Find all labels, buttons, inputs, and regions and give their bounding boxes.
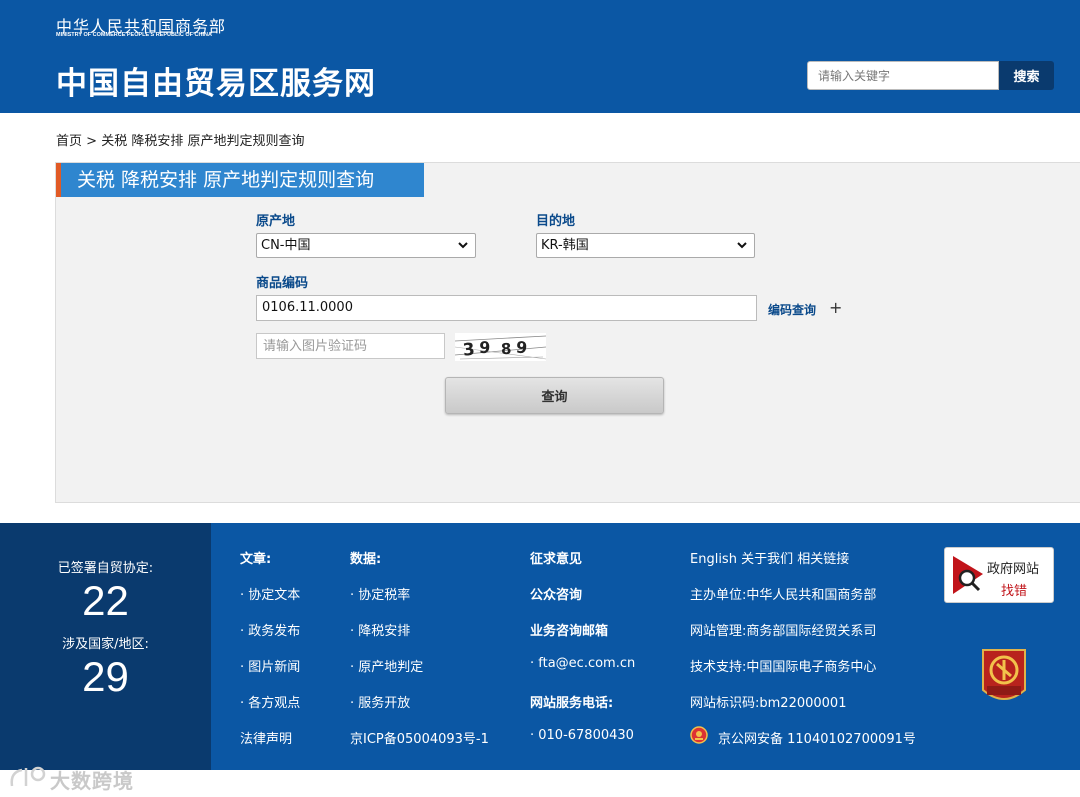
breadcrumb: 首页 > 关税 降税安排 原产地判定规则查询 — [56, 130, 304, 149]
footer-link-tariff-reduction[interactable]: · 降税安排 — [350, 620, 410, 639]
captcha-input[interactable] — [256, 333, 445, 359]
footer-sponsor: 主办单位:中华人民共和国商务部 — [690, 588, 877, 603]
footer-link-agreement-text[interactable]: · 协定文本 — [240, 584, 300, 603]
signed-agreements-count: 22 — [82, 577, 129, 624]
breadcrumb-home[interactable]: 首页 — [56, 134, 82, 149]
commodity-code-input[interactable]: 0106.11.0000 — [256, 295, 757, 321]
countries-label: 涉及国家/地区: — [62, 637, 149, 652]
breadcrumb-separator: > — [86, 134, 98, 149]
footer-site-id: 网站标识码:bm22000001 — [690, 696, 847, 711]
site-title[interactable]: 中国自由贸易区服务网 — [56, 58, 376, 103]
origin-label: 原产地 — [256, 214, 296, 229]
gov-badge-line2: 找错 — [1001, 584, 1028, 599]
footer-manager: 网站管理:商务部国际经贸关系司 — [690, 624, 877, 639]
svg-text:9: 9 — [478, 338, 490, 358]
chevron-down-icon — [737, 242, 747, 249]
footer-articles-heading: 文章: — [240, 552, 272, 567]
origin-select[interactable]: CN-中国 — [256, 233, 476, 258]
signed-agreements-label: 已签署自贸协定: — [57, 561, 154, 576]
svg-text:9: 9 — [515, 337, 528, 357]
destination-select-value: KR-韩国 — [541, 238, 589, 253]
footer-link-gov-release[interactable]: · 政务发布 — [240, 620, 300, 639]
captcha-image[interactable]: 3 9 8 9 — [455, 333, 546, 361]
footer-email[interactable]: · fta@ec.com.cn — [530, 656, 635, 671]
footer-icp-number[interactable]: 京ICP备05004093号-1 — [350, 728, 489, 747]
origin-select-value: CN-中国 — [261, 238, 311, 253]
footer-top-links[interactable]: English 关于我们 相关链接 — [690, 548, 849, 567]
search-input[interactable] — [807, 61, 999, 90]
fta-stats: 已签署自贸协定: 22 涉及国家/地区: 29 — [0, 523, 211, 770]
destination-label: 目的地 — [536, 214, 576, 229]
code-label: 商品编码 — [256, 276, 309, 291]
query-submit-button[interactable]: 查询 — [445, 377, 664, 414]
svg-text:3: 3 — [462, 340, 476, 361]
party-organ-emblem-icon[interactable] — [977, 646, 1031, 710]
footer-link-public-consult[interactable]: 公众咨询 — [530, 584, 582, 603]
plus-icon[interactable]: + — [829, 298, 842, 317]
footer-email-heading: 业务咨询邮箱 — [530, 624, 609, 639]
panel-title: 关税 降税安排 原产地判定规则查询 — [56, 163, 424, 197]
footer-link-origin-rules[interactable]: · 原产地判定 — [350, 656, 423, 675]
footer-police-record[interactable]: 京公网安备 11040102700091号 — [718, 728, 916, 747]
footer-phone: · 010-67800430 — [530, 728, 634, 743]
search-button[interactable]: 搜索 — [999, 61, 1054, 90]
footer-link-feedback[interactable]: 征求意见 — [530, 548, 582, 567]
footer-link-service-opening[interactable]: · 服务开放 — [350, 692, 410, 711]
svg-text:8: 8 — [501, 340, 512, 359]
footer-link-legal[interactable]: 法律声明 — [240, 728, 292, 747]
watermark-text: 大数跨境 — [50, 769, 134, 793]
footer-link-photo-news[interactable]: · 图片新闻 — [240, 656, 300, 675]
footer-link-viewpoints[interactable]: · 各方观点 — [240, 692, 300, 711]
footer-link-tariff-rate[interactable]: · 协定税率 — [350, 584, 410, 603]
police-badge-icon — [690, 726, 708, 744]
gov-website-error-report[interactable]: 政府网站 找错 — [944, 547, 1054, 603]
footer-data-heading: 数据: — [350, 552, 382, 567]
destination-select[interactable]: KR-韩国 — [536, 233, 755, 258]
footer-phone-heading: 网站服务电话: — [530, 696, 614, 711]
breadcrumb-current: 关税 降税安排 原产地判定规则查询 — [101, 134, 305, 149]
code-lookup-link[interactable]: 编码查询 — [768, 301, 816, 318]
footer-tech-support: 技术支持:中国国际电子商务中心 — [690, 660, 877, 675]
magnifier-flag-icon — [953, 556, 983, 594]
gov-badge-line1: 政府网站 — [987, 562, 1040, 577]
chevron-down-icon — [458, 242, 468, 249]
countries-count: 29 — [82, 653, 129, 700]
ministry-logo-en: MINISTRY OF COMMERCE PEOPLE'S REPUBLIC O… — [56, 32, 212, 38]
